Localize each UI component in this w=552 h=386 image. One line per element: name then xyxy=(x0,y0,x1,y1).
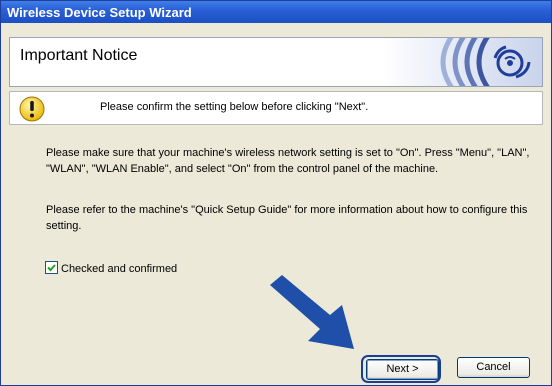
confirm-checkbox[interactable] xyxy=(45,261,58,274)
wizard-window: Wireless Device Setup Wizard Important N… xyxy=(0,0,552,386)
window-title: Wireless Device Setup Wizard xyxy=(7,5,192,20)
confirm-checkbox-label[interactable]: Checked and confirmed xyxy=(61,263,177,275)
check-icon xyxy=(47,264,56,272)
title-bar[interactable]: Wireless Device Setup Wizard xyxy=(1,1,551,23)
instruction-paragraph: Please make sure that your machine's wir… xyxy=(46,147,530,175)
confirm-checkbox-row[interactable]: Checked and confirmed xyxy=(45,261,177,275)
pointer-arrow-icon xyxy=(270,275,354,349)
wireless-logo-icon xyxy=(382,38,542,86)
notice-text: Please confirm the setting below before … xyxy=(100,101,369,113)
content-area: Please confirm the setting below before … xyxy=(9,91,543,383)
page-title: Important Notice xyxy=(20,47,138,64)
notice-bar: Please confirm the setting below before … xyxy=(9,91,543,125)
reference-paragraph: Please refer to the machine's "Quick Set… xyxy=(46,204,528,232)
cancel-button[interactable]: Cancel xyxy=(457,357,530,378)
next-button-highlight: Next > xyxy=(361,355,441,383)
header-panel: Important Notice xyxy=(9,37,543,87)
next-button[interactable]: Next > xyxy=(366,359,439,380)
warning-icon xyxy=(19,96,45,122)
